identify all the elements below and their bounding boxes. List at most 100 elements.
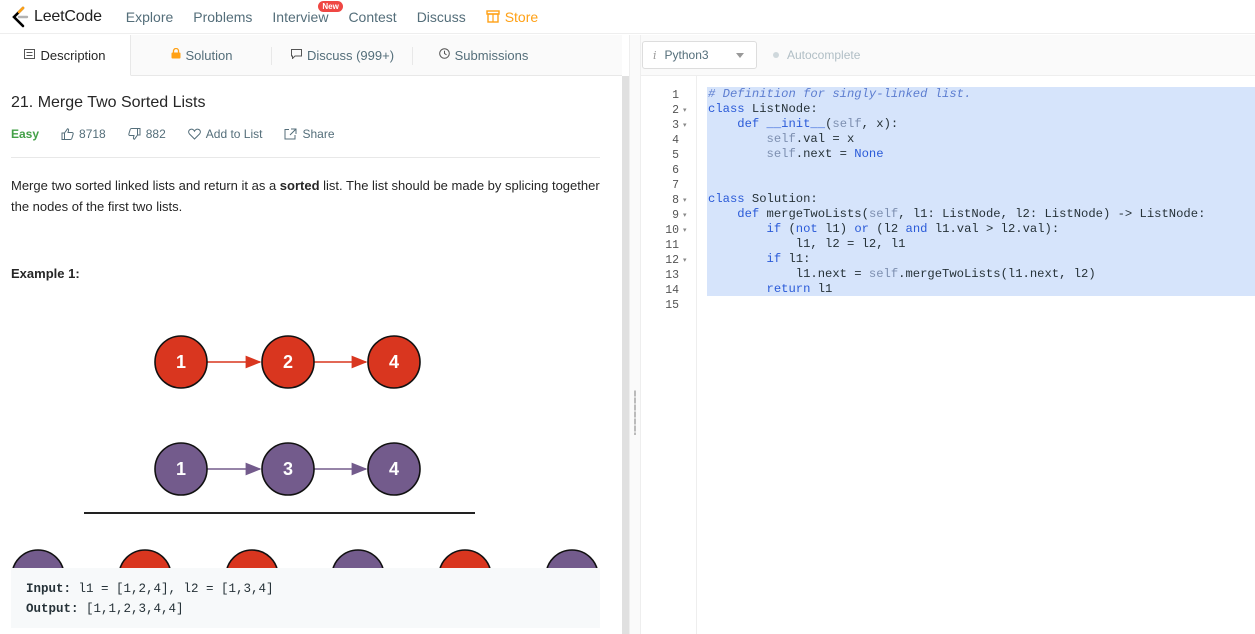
- input-label: Input:: [26, 582, 72, 596]
- line-number: 2: [672, 104, 679, 117]
- line-number: 9: [672, 209, 679, 222]
- nav-store[interactable]: Store: [486, 9, 538, 25]
- line-number: 4: [672, 134, 679, 147]
- leetcode-logo-icon: [10, 6, 30, 28]
- example-diagram: 124134112344: [11, 335, 599, 570]
- line-number: 12: [665, 254, 679, 267]
- problem-title: 21. Merge Two Sorted Lists: [11, 94, 206, 111]
- line-number: 13: [665, 269, 679, 282]
- fold-toggle-icon[interactable]: ▾: [683, 193, 687, 208]
- divider: [11, 157, 600, 158]
- language-select[interactable]: i Python3: [642, 41, 757, 69]
- share-button[interactable]: Share: [284, 127, 335, 141]
- language-value: Python3: [664, 48, 709, 62]
- problem-statement: Merge two sorted linked lists and return…: [11, 175, 600, 217]
- code-line: l1.next = self.mergeTwoLists(l1.next, l2…: [708, 267, 1096, 281]
- output-label: Output:: [26, 602, 79, 616]
- line-number: 1: [672, 89, 679, 102]
- description-scrollbar[interactable]: [622, 76, 629, 634]
- tab-solution[interactable]: Solution: [131, 35, 272, 75]
- code-line: class Solution:: [708, 192, 818, 206]
- problem-panel: Description Solution Discuss (999+) Subm…: [0, 35, 622, 634]
- nav-contest[interactable]: Contest: [348, 9, 396, 25]
- statement-text: Merge two sorted linked lists and return…: [11, 178, 280, 193]
- tab-solution-label: Solution: [185, 47, 233, 63]
- likes-count: 8718: [79, 127, 106, 141]
- heart-icon: [187, 128, 201, 140]
- line-number: 14: [665, 284, 679, 297]
- code-editor-panel: i Python3 Autocomplete 1 2 ▾ 3 ▾ 4 5 6 7 8 ▾ 9 ▾ 10 ▾ 1…: [641, 35, 1255, 634]
- tab-description[interactable]: Description: [0, 35, 131, 76]
- info-icon: i: [653, 48, 657, 62]
- code-line: def __init__(self, x):: [737, 117, 899, 131]
- list2-node-label: 3: [283, 459, 293, 479]
- like-button[interactable]: 8718: [61, 127, 106, 141]
- line-number: 3: [672, 119, 679, 132]
- autocomplete-label: Autocomplete: [787, 48, 861, 62]
- line-number: 5: [672, 149, 679, 162]
- top-navigation: LeetCode Explore Problems Interview New …: [0, 0, 1255, 34]
- tab-submissions[interactable]: Submissions: [413, 35, 554, 75]
- logo-text: LeetCode: [34, 7, 102, 25]
- share-icon: [284, 128, 297, 140]
- code-line: self.val = x: [766, 132, 855, 146]
- list1-node-label: 2: [283, 352, 293, 372]
- tab-discuss[interactable]: Discuss (999+): [272, 35, 413, 75]
- history-icon: [438, 48, 450, 62]
- output-value: [1,1,2,3,4,4]: [78, 602, 184, 616]
- store-icon: [486, 10, 500, 23]
- comment-icon: [290, 48, 302, 62]
- nav-problems[interactable]: Problems: [193, 9, 252, 25]
- tab-submissions-label: Submissions: [454, 47, 529, 63]
- nav-interview[interactable]: Interview New: [272, 0, 343, 25]
- code-line: return l1: [766, 282, 833, 296]
- fold-toggle-icon[interactable]: ▾: [683, 118, 687, 133]
- code-line: l1, l2 = l2, l1: [708, 237, 906, 251]
- line-number: 8: [672, 194, 679, 207]
- dislikes-count: 882: [145, 127, 166, 141]
- thumbs-up-icon: [61, 128, 74, 140]
- example-output: Output: [1,1,2,3,4,4]: [26, 599, 585, 619]
- problem-tabs: Description Solution Discuss (999+) Subm…: [0, 35, 622, 76]
- line-number: 7: [672, 179, 679, 192]
- line-number: 6: [672, 164, 679, 177]
- line-number: 10: [665, 224, 679, 237]
- drag-handle-icon: [634, 390, 636, 435]
- fold-toggle-icon[interactable]: ▾: [683, 208, 687, 223]
- code-line: def mergeTwoLists(self, l1: ListNode, l2…: [737, 207, 1206, 221]
- example-input: Input: l1 = [1,2,4], l2 = [1,3,4]: [26, 579, 585, 599]
- autocomplete-toggle[interactable]: Autocomplete: [773, 48, 860, 62]
- editor-toolbar: i Python3 Autocomplete: [641, 35, 1255, 76]
- code-line: if l1:: [766, 252, 811, 266]
- example-heading: Example 1:: [11, 266, 80, 281]
- toggle-dot-icon: [773, 52, 779, 58]
- logo[interactable]: LeetCode: [10, 6, 102, 28]
- line-number-gutter: 1 2 ▾ 3 ▾ 4 5 6 7 8 ▾ 9 ▾ 10 ▾ 11 12 ▾ 13 14 15: [641, 76, 697, 634]
- panel-resize-handle[interactable]: [629, 35, 641, 634]
- line-number: 15: [665, 299, 679, 312]
- list2-node-label: 1: [176, 459, 186, 479]
- fold-toggle-icon[interactable]: ▾: [683, 223, 687, 238]
- share-label: Share: [302, 127, 335, 141]
- input-value: l1 = [1,2,4], l2 = [1,3,4]: [71, 582, 274, 596]
- statement-bold: sorted: [279, 178, 320, 193]
- difficulty-badge: Easy: [11, 127, 40, 141]
- nav-store-label: Store: [504, 8, 539, 25]
- chevron-down-icon: [736, 53, 744, 58]
- add-to-list-label: Add to List: [205, 127, 263, 141]
- new-badge: New: [318, 0, 343, 12]
- lock-icon: [171, 47, 181, 62]
- problem-meta: Easy 8718 882 Add to List Share: [11, 127, 357, 141]
- tab-description-label: Description: [40, 47, 106, 63]
- list1-node-label: 1: [176, 352, 186, 372]
- nav-discuss[interactable]: Discuss: [417, 9, 466, 25]
- dislike-button[interactable]: 882: [128, 127, 166, 141]
- list2-node-label: 4: [389, 459, 399, 479]
- thumbs-down-icon: [128, 128, 141, 140]
- fold-toggle-icon[interactable]: ▾: [683, 253, 687, 268]
- fold-toggle-icon[interactable]: ▾: [683, 103, 687, 118]
- nav-explore[interactable]: Explore: [126, 9, 173, 25]
- description-icon: [24, 48, 36, 62]
- add-to-list-button[interactable]: Add to List: [187, 127, 263, 141]
- code-line: self.next = None: [766, 147, 884, 161]
